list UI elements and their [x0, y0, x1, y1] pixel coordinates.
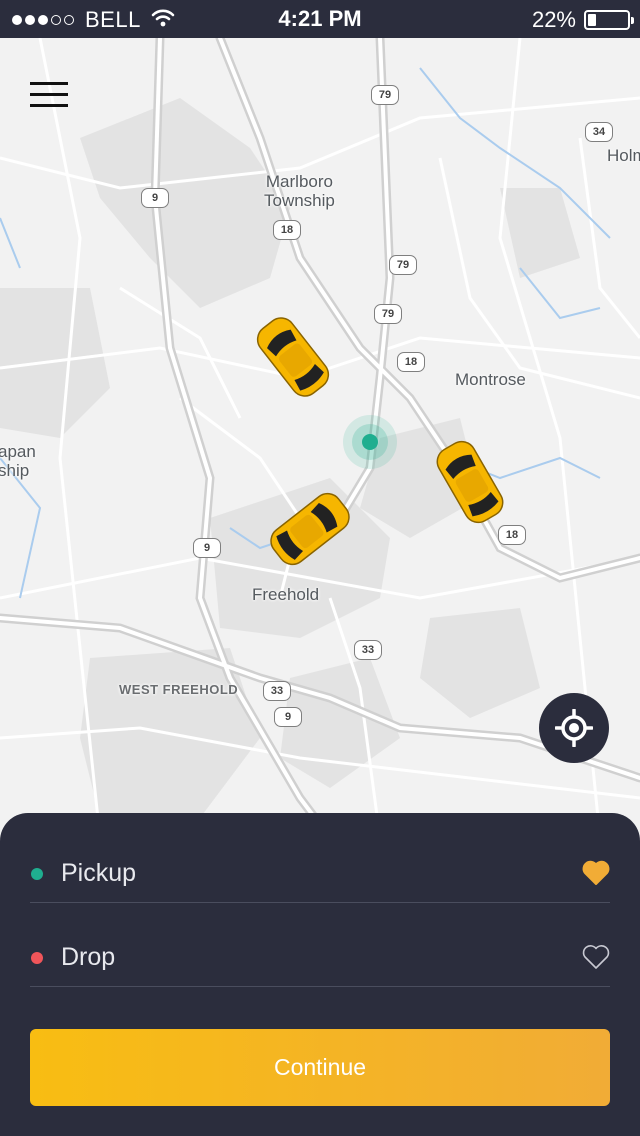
route-shield: 18 [273, 220, 301, 240]
booking-panel: Pickup Drop Continue [0, 813, 640, 1136]
route-shield: 9 [141, 188, 169, 208]
status-bar-right: 22% [531, 7, 634, 33]
battery-icon [584, 10, 634, 30]
heart-outline-icon[interactable] [582, 944, 610, 970]
drop-field[interactable]: Drop [30, 925, 610, 987]
route-shield: 9 [193, 538, 221, 558]
hamburger-menu-icon [30, 82, 68, 85]
drop-label: Drop [61, 943, 116, 971]
battery-percentage: 22% [531, 7, 576, 32]
map-label-west-freehold: WEST FREEHOLD [119, 682, 239, 697]
hamburger-menu-icon [30, 93, 68, 96]
pickup-field[interactable]: Pickup [30, 841, 610, 903]
hamburger-menu-icon [30, 104, 68, 107]
hamburger-menu-button[interactable] [30, 82, 68, 108]
taxi-app-screen: BELL 4:21 PM 22% Marlboro Township Montr… [0, 0, 640, 1136]
pickup-label: Pickup [61, 859, 137, 887]
map-label-marlboro-township: Marlboro Township [264, 172, 335, 210]
map-label-montrose: Montrose [455, 370, 526, 389]
route-shield: 18 [397, 352, 425, 372]
drop-dot-icon [31, 952, 43, 964]
route-shield: 79 [389, 255, 417, 275]
heart-filled-icon[interactable] [582, 860, 610, 886]
route-shield: 79 [374, 304, 402, 324]
map-label-freehold: Freehold [252, 585, 320, 604]
battery-level-fill [588, 14, 596, 26]
continue-button[interactable]: Continue [30, 1029, 610, 1106]
locate-me-button[interactable] [539, 693, 609, 763]
status-bar: BELL 4:21 PM 22% [0, 0, 640, 38]
crosshair-target-icon [555, 709, 593, 747]
map-label-manalapan-township: apan ship [0, 442, 36, 480]
route-shield: 34 [585, 122, 613, 142]
current-location-marker [343, 415, 397, 469]
route-shield: 79 [371, 85, 399, 105]
route-shield: 9 [274, 707, 302, 727]
route-shield: 33 [263, 681, 291, 701]
map-label-holm: Holm [607, 146, 640, 165]
route-shield: 18 [498, 525, 526, 545]
route-shield: 33 [354, 640, 382, 660]
pickup-dot-icon [31, 868, 43, 880]
